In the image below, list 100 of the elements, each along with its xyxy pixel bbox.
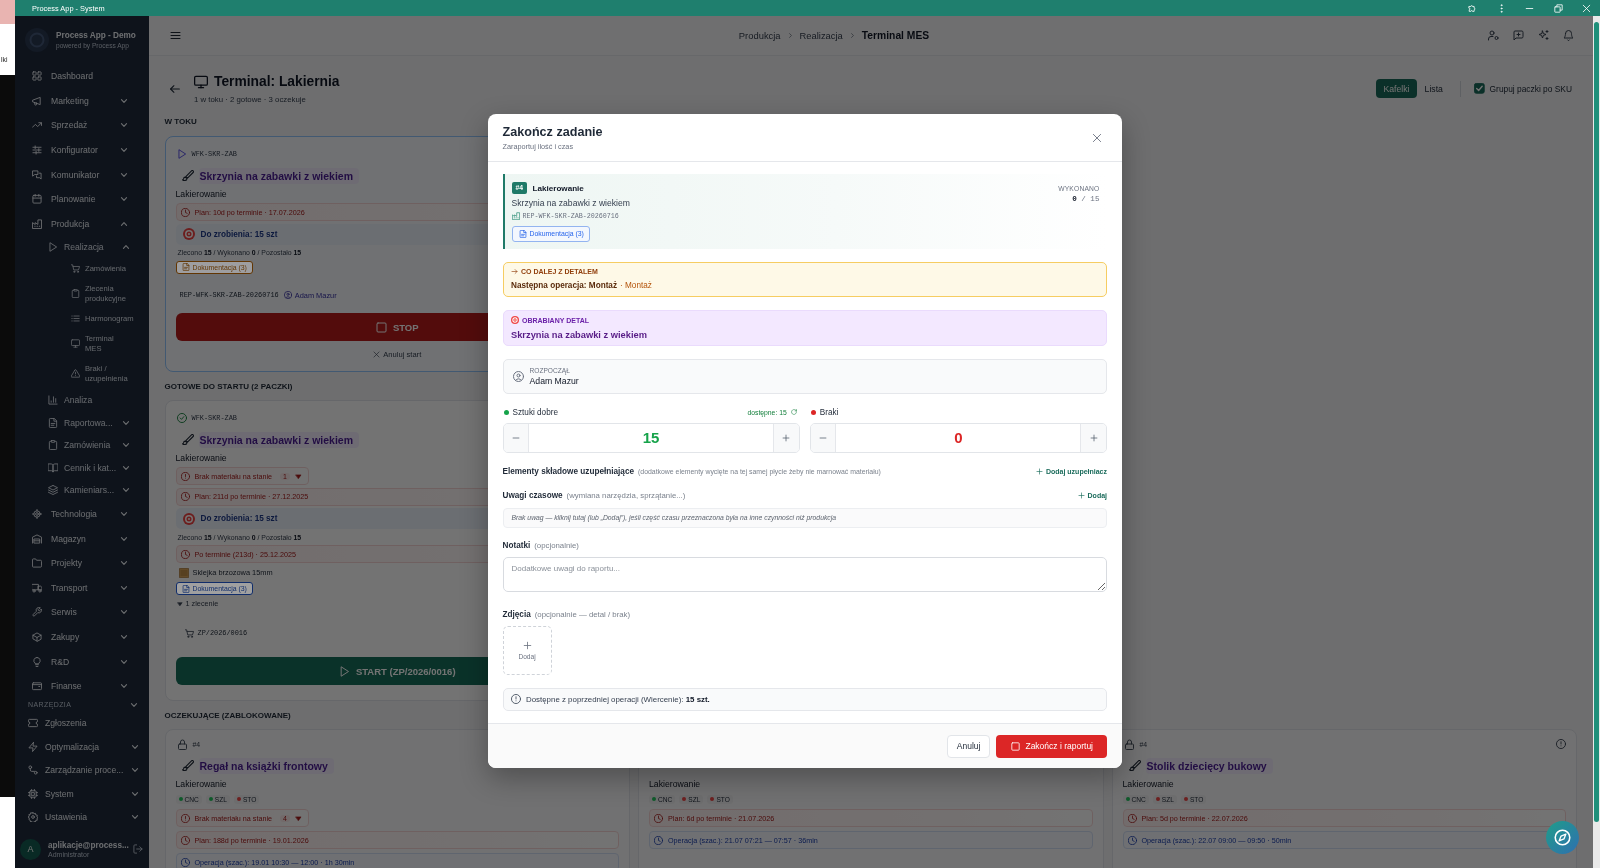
calendar-icon: [32, 194, 42, 205]
nav-item[interactable]: Raportowa...: [15, 411, 149, 434]
compass-icon[interactable]: [1545, 820, 1579, 854]
bell-icon[interactable]: [1562, 30, 1574, 41]
user-gear-icon[interactable]: [1487, 30, 1499, 41]
nav-item[interactable]: Zgłoszenia: [15, 711, 149, 735]
operation-label: Lakierowanie: [175, 188, 227, 201]
document-icon: [518, 229, 527, 238]
operation-label: Lakierowanie: [1122, 778, 1174, 791]
logout-icon[interactable]: [133, 844, 143, 854]
nav-item[interactable]: Konfigurator: [15, 137, 149, 163]
todo-text: Do zrobienia: 15 szt: [200, 514, 278, 523]
nav-item[interactable]: Dashboard: [15, 64, 149, 89]
refresh-icon[interactable]: [790, 409, 797, 415]
puzzle-piece-icon[interactable]: [1468, 3, 1477, 13]
plywood-sheet-icon: [178, 567, 189, 578]
back-arrow-icon[interactable]: [169, 82, 181, 95]
breadcrumb-link[interactable]: Terminal MES: [861, 30, 930, 41]
increment-button[interactable]: [773, 423, 799, 452]
user-circle-icon: [283, 291, 292, 299]
plus-icon: [1089, 433, 1098, 442]
alert-circle-icon[interactable]: [1556, 739, 1566, 749]
brush-icon: [181, 760, 194, 772]
plus-icon: [1035, 467, 1043, 475]
chevron-right-icon: [786, 32, 794, 39]
cancel-button[interactable]: Anuluj: [946, 734, 991, 758]
scrollbar-track[interactable]: [1593, 16, 1600, 868]
nav-item[interactable]: R&D: [15, 649, 149, 674]
quantity-label: Braki: [819, 407, 839, 417]
operation-label: Lakierowanie: [175, 452, 227, 465]
monitor-icon: [194, 74, 208, 89]
truck-icon: [32, 582, 42, 593]
nav-item[interactable]: Analiza: [15, 388, 149, 412]
section-heading: W TOKU: [164, 116, 197, 128]
breadcrumb-link[interactable]: Realizacja: [799, 30, 843, 41]
nav-item[interactable]: Projekty: [15, 550, 149, 576]
scrollbar-thumb[interactable]: [1594, 22, 1599, 822]
nav-item[interactable]: Ustawienia: [15, 805, 149, 829]
increment-button[interactable]: [1080, 423, 1106, 452]
target-icon: [182, 512, 195, 525]
nav-item[interactable]: Realizacja: [15, 236, 149, 259]
alert-circle-icon: [511, 694, 521, 705]
target-icon: [182, 228, 195, 240]
factory-icon: [32, 218, 42, 229]
nav-item[interactable]: System: [15, 781, 149, 806]
alert-circle-icon: [180, 471, 190, 481]
warning-triangle-icon: [71, 369, 80, 379]
lightning-icon: [28, 741, 38, 752]
nav-item[interactable]: Zarządzanie proce...: [15, 758, 149, 782]
close-icon[interactable]: [1092, 133, 1102, 143]
nav-item[interactable]: Zamówienia: [15, 433, 149, 457]
message-plus-icon[interactable]: [1512, 30, 1524, 41]
monitor-icon: [71, 339, 80, 349]
ticket-icon: [28, 718, 38, 729]
close-icon: [373, 350, 381, 358]
factory-icon: [511, 212, 520, 220]
sparkles-icon[interactable]: [1537, 30, 1549, 41]
padlock-icon: [176, 738, 188, 750]
nav-item[interactable]: Finanse: [15, 673, 149, 699]
caret-down-icon[interactable]: [294, 814, 302, 822]
package-icon: [32, 632, 42, 642]
nav-item[interactable]: Komunikator: [15, 162, 149, 187]
notes-textarea[interactable]: Dodatkowe uwagi do raportu...: [502, 556, 1107, 593]
document-icon: [48, 417, 58, 428]
list-icon: [71, 314, 80, 324]
nav-item[interactable]: Optymalizacja: [15, 734, 149, 759]
document-icon: [181, 584, 190, 593]
checkbox[interactable]: [1473, 83, 1485, 94]
chat-bubbles-icon: [32, 169, 42, 180]
clipboard-icon: [48, 440, 58, 451]
menu-icon[interactable]: [169, 30, 181, 41]
clipboard-icon: [71, 289, 80, 299]
nav-item[interactable]: Serwis: [15, 600, 149, 625]
page-title: Terminal: Lakiernia: [214, 74, 340, 89]
clock-icon: [180, 492, 190, 501]
wallet-icon: [32, 681, 42, 692]
settings-icon: [28, 812, 38, 823]
caret-down-icon[interactable]: [294, 472, 302, 480]
nav-item[interactable]: Magazyn: [15, 526, 149, 551]
nav-item[interactable]: Sprzedaż: [15, 113, 149, 138]
nav-item[interactable]: Zakupy: [15, 624, 149, 650]
field-label: Uwagi czasowe: [502, 491, 563, 500]
workflow-icon: [28, 765, 38, 776]
nav-item[interactable]: Marketing: [15, 88, 149, 114]
nav-item[interactable]: Technologia: [15, 501, 149, 527]
view-toggle-tab[interactable]: Lista: [1417, 78, 1450, 99]
nav-item[interactable]: Transport: [15, 575, 149, 601]
clock-icon: [180, 835, 190, 845]
breadcrumb-link[interactable]: Produkcja: [738, 30, 781, 41]
stacked-layers-icon: [48, 485, 58, 496]
avatar: A: [20, 838, 41, 860]
restore-icon[interactable]: [1553, 3, 1563, 13]
chip-icon: [28, 788, 38, 799]
nav-item[interactable]: Planowanie: [15, 186, 149, 212]
section-heading: GOTOWE DO STARTU (2 PACZKI): [164, 381, 293, 393]
view-toggle-tab[interactable]: Kafelki: [1376, 78, 1417, 99]
finish-report-button[interactable]: Zakończ i raportuj: [996, 734, 1107, 758]
nav-item[interactable]: Produkcja: [15, 211, 149, 237]
nav-item[interactable]: Kamieniars...: [15, 479, 149, 502]
clock-icon: [654, 835, 663, 845]
